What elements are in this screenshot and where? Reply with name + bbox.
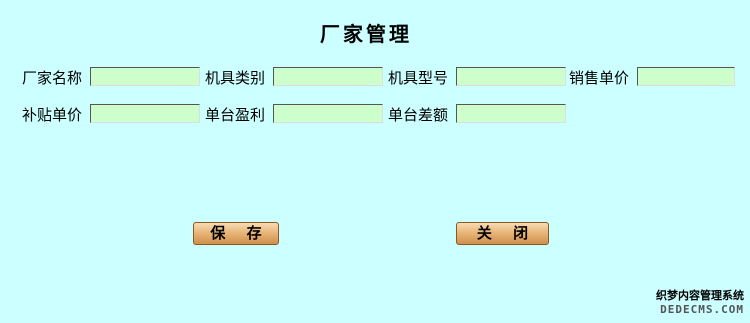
watermark-logo: 织梦内容管理系统 DEDECMS.COM [656,289,744,317]
unit-profit-input[interactable] [273,104,383,123]
machine-category-label: 机具类别 [205,69,266,87]
watermark-text: 织梦内容管理系统 [656,289,744,302]
unit-difference-input[interactable] [456,104,566,123]
machine-category-input[interactable] [273,67,383,86]
manufacturer-name-label: 厂家名称 [22,69,83,87]
watermark-domain: DEDECMS.COM [660,303,744,316]
machine-model-input[interactable] [456,67,566,86]
sale-price-input[interactable] [637,67,735,86]
subsidy-price-label: 补贴单价 [22,106,83,124]
sale-price-label: 销售单价 [569,69,630,87]
subsidy-price-input[interactable] [90,104,200,123]
unit-difference-label: 单台差额 [388,106,449,124]
unit-profit-label: 单台盈利 [205,106,266,124]
page-title: 厂家管理 [320,22,412,46]
close-button[interactable]: 关 闭 [456,222,549,245]
machine-model-label: 机具型号 [388,69,449,87]
manufacturer-name-input[interactable] [90,67,200,86]
save-button[interactable]: 保 存 [193,222,279,245]
